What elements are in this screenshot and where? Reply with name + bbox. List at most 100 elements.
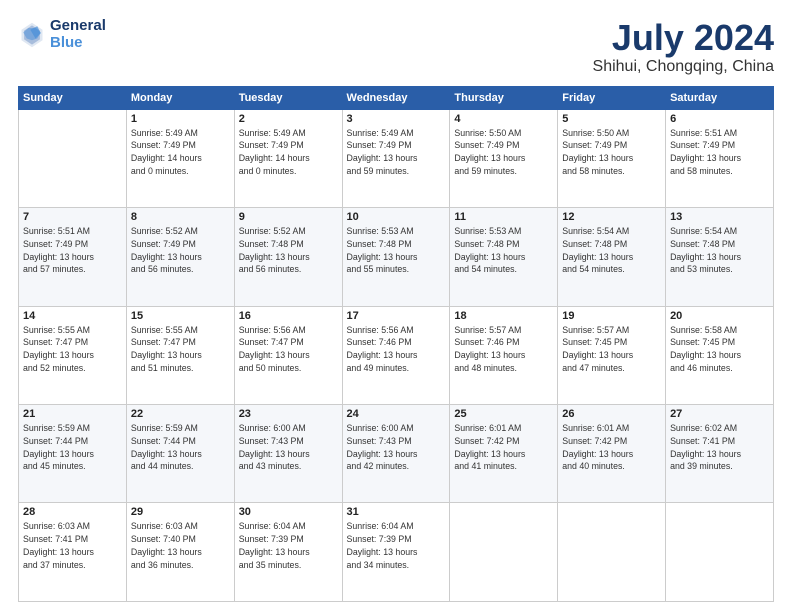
calendar-cell: 8 Sunrise: 5:52 AMSunset: 7:49 PMDaylight… xyxy=(126,208,234,306)
logo-line2: Blue xyxy=(50,35,106,52)
day-number: 3 xyxy=(347,113,446,125)
day-number: 15 xyxy=(131,310,230,322)
calendar-cell: 15Sunrise: 5:55 AMSunset: 7:47 PMDayligh… xyxy=(126,306,234,404)
calendar-cell: 25 Sunrise: 6:01 AMSunset: 7:42 PMDayligh… xyxy=(450,405,558,503)
calendar-cell: 9Sunrise: 5:52 AMSunset: 7:48 PMDaylight… xyxy=(234,208,342,306)
calendar-cell: 18 Sunrise: 5:57 AMSunset: 7:46 PMDayligh… xyxy=(450,306,558,404)
calendar-cell: 14 Sunrise: 5:55 AMSunset: 7:47 PMDayligh… xyxy=(19,306,127,404)
day-info: Sunrise: 5:54 AMSunset: 7:48 PMDaylight:… xyxy=(562,225,661,276)
logo-text: General Blue xyxy=(50,18,106,51)
day-number: 23 xyxy=(239,408,338,420)
calendar-cell xyxy=(666,503,774,602)
day-info: Sunrise: 5:52 AMSunset: 7:49 PMDaylight:… xyxy=(131,225,230,276)
day-header-tuesday: Tuesday xyxy=(234,86,342,109)
day-info: Sunrise: 6:03 AMSunset: 7:41 PMDaylight:… xyxy=(23,520,122,571)
calendar-cell: 2Sunrise: 5:49 AMSunset: 7:49 PMDaylight… xyxy=(234,109,342,207)
day-number: 5 xyxy=(562,113,661,125)
day-number: 29 xyxy=(131,506,230,518)
day-number: 6 xyxy=(670,113,769,125)
day-info: Sunrise: 5:55 AMSunset: 7:47 PMDaylight:… xyxy=(23,324,122,375)
day-info: Sunrise: 5:56 AMSunset: 7:47 PMDaylight:… xyxy=(239,324,338,375)
day-info: Sunrise: 5:51 AMSunset: 7:49 PMDaylight:… xyxy=(670,127,769,178)
calendar-cell: 20 Sunrise: 5:58 AMSunset: 7:45 PMDayligh… xyxy=(666,306,774,404)
day-number: 4 xyxy=(454,113,553,125)
day-number: 8 xyxy=(131,211,230,223)
day-number: 2 xyxy=(239,113,338,125)
day-number: 25 xyxy=(454,408,553,420)
day-info: Sunrise: 6:00 AMSunset: 7:43 PMDaylight:… xyxy=(239,422,338,473)
calendar-cell: 16 Sunrise: 5:56 AMSunset: 7:47 PMDayligh… xyxy=(234,306,342,404)
calendar-cell: 4 Sunrise: 5:50 AMSunset: 7:49 PMDaylight… xyxy=(450,109,558,207)
main-title: July 2024 xyxy=(593,18,774,58)
header: General Blue July 2024 Shihui, Chongqing… xyxy=(18,18,774,76)
day-number: 30 xyxy=(239,506,338,518)
calendar-cell: 1 Sunrise: 5:49 AMSunset: 7:49 PMDaylight… xyxy=(126,109,234,207)
day-info: Sunrise: 5:50 AMSunset: 7:49 PMDaylight:… xyxy=(454,127,553,178)
logo: General Blue xyxy=(18,18,106,51)
day-number: 14 xyxy=(23,310,122,322)
day-number: 26 xyxy=(562,408,661,420)
calendar-cell: 23 Sunrise: 6:00 AMSunset: 7:43 PMDayligh… xyxy=(234,405,342,503)
day-number: 11 xyxy=(454,211,553,223)
calendar-week-5: 28 Sunrise: 6:03 AMSunset: 7:41 PMDayligh… xyxy=(19,503,774,602)
page: General Blue July 2024 Shihui, Chongqing… xyxy=(0,0,792,612)
calendar-cell: 5Sunrise: 5:50 AMSunset: 7:49 PMDaylight… xyxy=(558,109,666,207)
day-number: 16 xyxy=(239,310,338,322)
day-number: 18 xyxy=(454,310,553,322)
calendar-cell: 17Sunrise: 5:56 AMSunset: 7:46 PMDayligh… xyxy=(342,306,450,404)
day-info: Sunrise: 5:53 AMSunset: 7:48 PMDaylight:… xyxy=(347,225,446,276)
day-header-friday: Friday xyxy=(558,86,666,109)
day-info: Sunrise: 5:57 AMSunset: 7:46 PMDaylight:… xyxy=(454,324,553,375)
day-info: Sunrise: 5:49 AMSunset: 7:49 PMDaylight:… xyxy=(347,127,446,178)
calendar-cell xyxy=(19,109,127,207)
day-info: Sunrise: 5:57 AMSunset: 7:45 PMDaylight:… xyxy=(562,324,661,375)
day-number: 28 xyxy=(23,506,122,518)
calendar-cell: 26Sunrise: 6:01 AMSunset: 7:42 PMDayligh… xyxy=(558,405,666,503)
day-info: Sunrise: 5:59 AMSunset: 7:44 PMDaylight:… xyxy=(23,422,122,473)
calendar-table: SundayMondayTuesdayWednesdayThursdayFrid… xyxy=(18,86,774,602)
day-number: 20 xyxy=(670,310,769,322)
day-number: 22 xyxy=(131,408,230,420)
day-header-thursday: Thursday xyxy=(450,86,558,109)
day-number: 1 xyxy=(131,113,230,125)
day-header-saturday: Saturday xyxy=(666,86,774,109)
day-info: Sunrise: 5:53 AMSunset: 7:48 PMDaylight:… xyxy=(454,225,553,276)
day-info: Sunrise: 5:49 AMSunset: 7:49 PMDaylight:… xyxy=(131,127,230,178)
calendar-cell xyxy=(558,503,666,602)
logo-line1: General xyxy=(50,18,106,35)
day-info: Sunrise: 6:03 AMSunset: 7:40 PMDaylight:… xyxy=(131,520,230,571)
calendar-week-4: 21Sunrise: 5:59 AMSunset: 7:44 PMDayligh… xyxy=(19,405,774,503)
day-header-wednesday: Wednesday xyxy=(342,86,450,109)
calendar-cell: 12Sunrise: 5:54 AMSunset: 7:48 PMDayligh… xyxy=(558,208,666,306)
calendar-cell: 27Sunrise: 6:02 AMSunset: 7:41 PMDayligh… xyxy=(666,405,774,503)
calendar-header-row: SundayMondayTuesdayWednesdayThursdayFrid… xyxy=(19,86,774,109)
day-number: 27 xyxy=(670,408,769,420)
calendar-cell: 7Sunrise: 5:51 AMSunset: 7:49 PMDaylight… xyxy=(19,208,127,306)
day-info: Sunrise: 5:59 AMSunset: 7:44 PMDaylight:… xyxy=(131,422,230,473)
day-header-sunday: Sunday xyxy=(19,86,127,109)
day-info: Sunrise: 5:51 AMSunset: 7:49 PMDaylight:… xyxy=(23,225,122,276)
day-number: 10 xyxy=(347,211,446,223)
day-number: 24 xyxy=(347,408,446,420)
day-header-monday: Monday xyxy=(126,86,234,109)
calendar-cell: 21Sunrise: 5:59 AMSunset: 7:44 PMDayligh… xyxy=(19,405,127,503)
calendar-cell xyxy=(450,503,558,602)
calendar-week-2: 7Sunrise: 5:51 AMSunset: 7:49 PMDaylight… xyxy=(19,208,774,306)
calendar-cell: 28 Sunrise: 6:03 AMSunset: 7:41 PMDayligh… xyxy=(19,503,127,602)
calendar-cell: 19 Sunrise: 5:57 AMSunset: 7:45 PMDayligh… xyxy=(558,306,666,404)
title-block: July 2024 Shihui, Chongqing, China xyxy=(593,18,774,76)
day-info: Sunrise: 6:04 AMSunset: 7:39 PMDaylight:… xyxy=(347,520,446,571)
calendar-cell: 22 Sunrise: 5:59 AMSunset: 7:44 PMDayligh… xyxy=(126,405,234,503)
day-info: Sunrise: 5:58 AMSunset: 7:45 PMDaylight:… xyxy=(670,324,769,375)
day-number: 19 xyxy=(562,310,661,322)
calendar-cell: 31Sunrise: 6:04 AMSunset: 7:39 PMDayligh… xyxy=(342,503,450,602)
day-number: 17 xyxy=(347,310,446,322)
day-info: Sunrise: 6:00 AMSunset: 7:43 PMDaylight:… xyxy=(347,422,446,473)
calendar-cell: 13Sunrise: 5:54 AMSunset: 7:48 PMDayligh… xyxy=(666,208,774,306)
calendar-cell: 11 Sunrise: 5:53 AMSunset: 7:48 PMDayligh… xyxy=(450,208,558,306)
calendar-cell: 29 Sunrise: 6:03 AMSunset: 7:40 PMDayligh… xyxy=(126,503,234,602)
calendar-week-1: 1 Sunrise: 5:49 AMSunset: 7:49 PMDaylight… xyxy=(19,109,774,207)
logo-icon xyxy=(18,21,46,49)
day-info: Sunrise: 6:01 AMSunset: 7:42 PMDaylight:… xyxy=(454,422,553,473)
calendar-cell: 6 Sunrise: 5:51 AMSunset: 7:49 PMDaylight… xyxy=(666,109,774,207)
